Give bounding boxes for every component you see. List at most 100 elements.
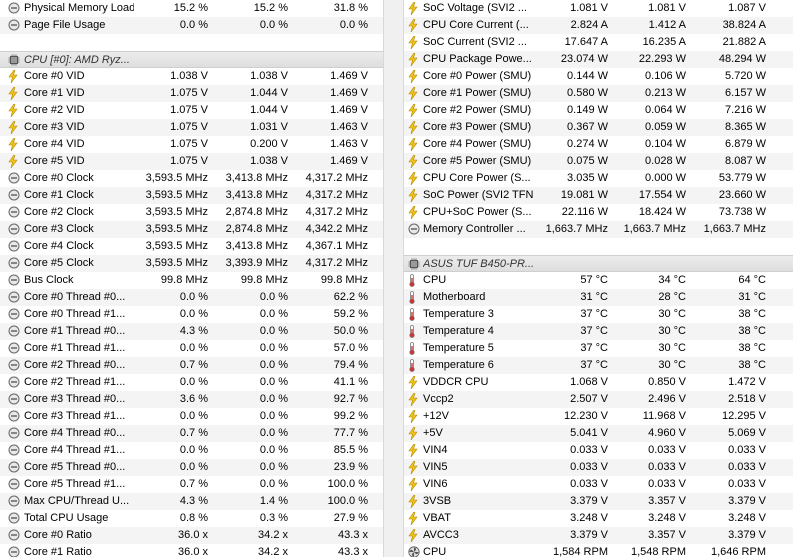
sensor-row[interactable]: Physical Memory Load 15.2 % 15.2 % 31.8 % — [0, 0, 383, 17]
sensor-row[interactable]: Core #4 Power (SMU) 0.274 W 0.104 W 6.879 W — [404, 136, 793, 153]
sensor-group-header[interactable]: ASUS TUF B450-PR... — [404, 255, 793, 272]
sensor-label: Core #1 Thread #1... — [24, 342, 126, 354]
sensor-row[interactable]: Core #5 Power (SMU) 0.075 W 0.028 W 8.087 W — [404, 153, 793, 170]
sensor-row[interactable]: Core #5 Clock 3,593.5 MHz 3,393.9 MHz 4,317… — [0, 255, 383, 272]
maximum-value: 3.248 V — [728, 512, 766, 524]
sensor-row[interactable]: Core #1 Ratio 36.0 x 34.2 x 43.3 x — [0, 544, 383, 557]
sensor-row[interactable]: Total CPU Usage 0.8 % 0.3 % 27.9 % — [0, 510, 383, 527]
sensor-row[interactable]: Core #4 Clock 3,593.5 MHz 3,413.8 MHz 4,367… — [0, 238, 383, 255]
sensor-row[interactable]: CPU Core Power (S... 3.035 W 0.000 W 53.779… — [404, 170, 793, 187]
voltage-bolt-icon — [408, 460, 420, 475]
sensor-row[interactable]: Temperature 3 37 °C 30 °C 38 °C — [404, 306, 793, 323]
minimum-value: 1,663.7 MHz — [623, 223, 686, 235]
sensor-label: CPU — [423, 546, 447, 557]
sensor-label: SoC Power (SVI2 TFN) — [423, 189, 533, 201]
voltage-bolt-icon — [408, 205, 420, 220]
sensor-row[interactable]: CPU 57 °C 34 °C 64 °C — [404, 272, 793, 289]
sensor-row[interactable]: AVCC3 3.379 V 3.357 V 3.379 V — [404, 527, 793, 544]
minimum-value: 15.2 % — [253, 2, 288, 14]
sensor-row[interactable]: Core #0 Power (SMU) 0.144 W 0.106 W 5.720 W — [404, 68, 793, 85]
maximum-value: 5.720 W — [725, 70, 766, 82]
gauge-icon — [8, 546, 20, 557]
sensor-row[interactable]: Core #5 Thread #1... 0.7 % 0.0 % 100.0 % — [0, 476, 383, 493]
sensor-row[interactable]: Page File Usage 0.0 % 0.0 % 0.0 % — [0, 17, 383, 34]
current-value: 37 °C — [580, 325, 608, 337]
sensor-row[interactable]: VIN5 0.033 V 0.033 V 0.033 V — [404, 459, 793, 476]
sensor-row[interactable]: Core #4 Thread #0... 0.7 % 0.0 % 77.7 % — [0, 425, 383, 442]
sensor-row[interactable]: Core #0 Clock 3,593.5 MHz 3,413.8 MHz 4,317… — [0, 170, 383, 187]
sensor-row[interactable]: Core #5 VID 1.075 V 1.038 V 1.469 V — [0, 153, 383, 170]
current-value: 23.074 W — [560, 53, 608, 65]
sensor-row[interactable]: Core #4 Thread #1... 0.0 % 0.0 % 85.5 % — [0, 442, 383, 459]
sensor-row[interactable]: VIN6 0.033 V 0.033 V 0.033 V — [404, 476, 793, 493]
minimum-value: 3,413.8 MHz — [225, 240, 288, 252]
sensor-row[interactable]: VIN4 0.033 V 0.033 V 0.033 V — [404, 442, 793, 459]
current-value: 1.081 V — [570, 2, 608, 14]
sensor-row[interactable]: VDDCR CPU 1.068 V 0.850 V 1.472 V — [404, 374, 793, 391]
sensor-row[interactable]: Core #0 Thread #1... 0.0 % 0.0 % 59.2 % — [0, 306, 383, 323]
maximum-value: 8.365 W — [725, 121, 766, 133]
sensor-row[interactable]: Core #3 Thread #1... 0.0 % 0.0 % 99.2 % — [0, 408, 383, 425]
sensor-row[interactable]: SoC Voltage (SVI2 ... 1.081 V 1.081 V 1.087… — [404, 0, 793, 17]
sensor-row[interactable]: Bus Clock 99.8 MHz 99.8 MHz 99.8 MHz — [0, 272, 383, 289]
minimum-value: 1.044 V — [250, 87, 288, 99]
current-value: 99.8 MHz — [160, 274, 208, 286]
sensor-row[interactable]: CPU Package Powe... 23.074 W 22.293 W 48.29… — [404, 51, 793, 68]
current-value: 0.0 % — [179, 342, 208, 354]
sensor-row[interactable]: +12V 12.230 V 11.968 V 12.295 V — [404, 408, 793, 425]
sensor-row[interactable]: Core #2 VID 1.075 V 1.044 V 1.469 V — [0, 102, 383, 119]
fan-icon — [408, 546, 420, 557]
sensor-row[interactable]: Core #1 Thread #1... 0.0 % 0.0 % 57.0 % — [0, 340, 383, 357]
sensor-row[interactable]: Core #0 Ratio 36.0 x 34.2 x 43.3 x — [0, 527, 383, 544]
gauge-icon — [8, 206, 20, 219]
sensor-row[interactable]: Core #1 Power (SMU) 0.580 W 0.213 W 6.157 W — [404, 85, 793, 102]
sensor-row[interactable]: Motherboard 31 °C 28 °C 31 °C — [404, 289, 793, 306]
sensor-row[interactable]: Vccp2 2.507 V 2.496 V 2.518 V — [404, 391, 793, 408]
sensor-row[interactable]: Core #3 Clock 3,593.5 MHz 2,874.8 MHz 4,342… — [0, 221, 383, 238]
minimum-value: 0.0 % — [259, 427, 288, 439]
thermometer-icon — [408, 325, 420, 338]
sensor-row[interactable]: Core #2 Clock 3,593.5 MHz 2,874.8 MHz 4,317… — [0, 204, 383, 221]
sensor-row[interactable]: Core #1 Clock 3,593.5 MHz 3,413.8 MHz 4,317… — [0, 187, 383, 204]
sensor-row[interactable]: Core #2 Thread #0... 0.7 % 0.0 % 79.4 % — [0, 357, 383, 374]
sensor-row[interactable]: Memory Controller ... 1,663.7 MHz 1,663.7 … — [404, 221, 793, 238]
sensor-row[interactable]: SoC Power (SVI2 TFN) 19.081 W 17.554 W 23.6… — [404, 187, 793, 204]
minimum-value: 3,413.8 MHz — [225, 189, 288, 201]
sensor-row[interactable]: Core #3 Thread #0... 3.6 % 0.0 % 92.7 % — [0, 391, 383, 408]
sensor-row[interactable]: Core #1 Thread #0... 4.3 % 0.0 % 50.0 % — [0, 323, 383, 340]
sensor-label: Max CPU/Thread U... — [24, 495, 130, 507]
minimum-value: 30 °C — [658, 342, 686, 354]
sensor-row[interactable]: Core #1 VID 1.075 V 1.044 V 1.469 V — [0, 85, 383, 102]
sensor-row[interactable]: Core #2 Power (SMU) 0.149 W 0.064 W 7.216 W — [404, 102, 793, 119]
maximum-value: 31.8 % — [333, 2, 368, 14]
sensor-row[interactable]: Core #4 VID 1.075 V 0.200 V 1.463 V — [0, 136, 383, 153]
maximum-value: 43.3 x — [338, 546, 368, 557]
sensor-row[interactable]: Core #5 Thread #0... 0.0 % 0.0 % 23.9 % — [0, 459, 383, 476]
sensor-row[interactable]: Temperature 6 37 °C 30 °C 38 °C — [404, 357, 793, 374]
minimum-value: 0.028 W — [645, 155, 686, 167]
sensor-row[interactable]: SoC Current (SVI2 ... 17.647 A 16.235 A 21.… — [404, 34, 793, 51]
sensor-row[interactable]: VBAT 3.248 V 3.248 V 3.248 V — [404, 510, 793, 527]
gauge-icon — [8, 461, 20, 474]
sensor-row[interactable]: +5V 5.041 V 4.960 V 5.069 V — [404, 425, 793, 442]
sensor-row[interactable]: Core #0 Thread #0... 0.0 % 0.0 % 62.2 % — [0, 289, 383, 306]
sensor-row[interactable]: CPU 1,584 RPM 1,548 RPM 1,646 RPM — [404, 544, 793, 557]
sensor-row[interactable]: Core #0 VID 1.038 V 1.038 V 1.469 V — [0, 68, 383, 85]
sensor-label: CPU [#0]: AMD Ryz... — [24, 54, 130, 66]
maximum-value: 8.087 W — [725, 155, 766, 167]
sensor-row[interactable]: 3VSB 3.379 V 3.357 V 3.379 V — [404, 493, 793, 510]
current-value: 0.033 V — [570, 478, 608, 490]
pane-divider[interactable] — [383, 0, 404, 557]
sensor-row[interactable]: Core #3 VID 1.075 V 1.031 V 1.463 V — [0, 119, 383, 136]
sensor-row[interactable]: Core #2 Thread #1... 0.0 % 0.0 % 41.1 % — [0, 374, 383, 391]
sensor-row[interactable]: CPU+SoC Power (S... 22.116 W 18.424 W 73.73… — [404, 204, 793, 221]
sensor-row[interactable]: CPU Core Current (... 2.824 A 1.412 A 38.82… — [404, 17, 793, 34]
sensor-row[interactable]: Temperature 4 37 °C 30 °C 38 °C — [404, 323, 793, 340]
thermometer-icon — [408, 291, 420, 304]
sensor-row[interactable]: Core #3 Power (SMU) 0.367 W 0.059 W 8.365 W — [404, 119, 793, 136]
minimum-value: 18.424 W — [638, 206, 686, 218]
sensor-row[interactable]: Max CPU/Thread U... 4.3 % 1.4 % 100.0 % — [0, 493, 383, 510]
sensor-row[interactable]: Temperature 5 37 °C 30 °C 38 °C — [404, 340, 793, 357]
minimum-value: 0.033 V — [648, 461, 686, 473]
sensor-group-header[interactable]: CPU [#0]: AMD Ryz... — [0, 51, 383, 68]
